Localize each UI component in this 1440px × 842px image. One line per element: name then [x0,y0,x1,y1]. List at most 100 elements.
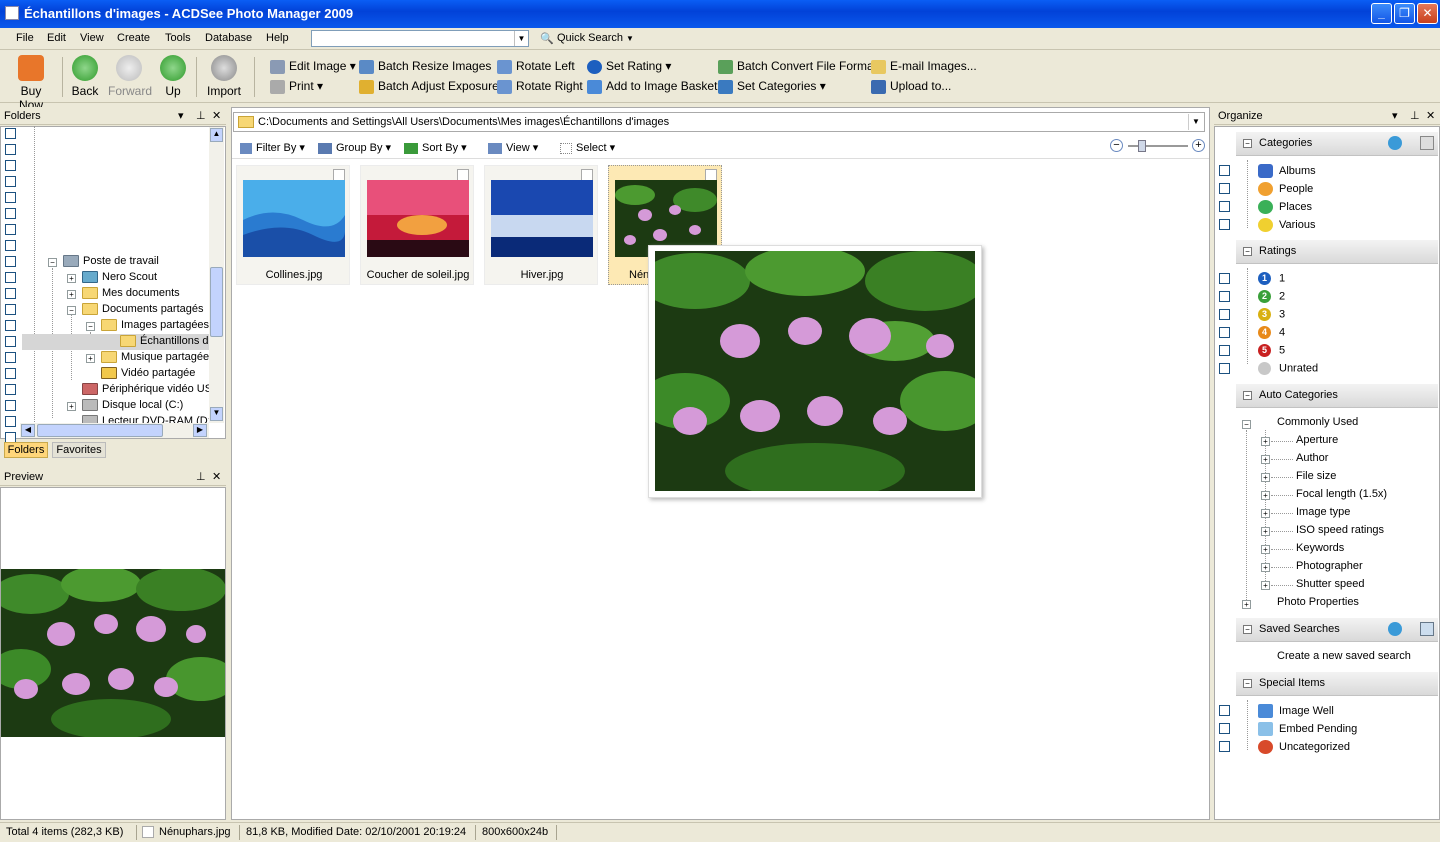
panel-menu-icon[interactable]: ▾ [178,109,184,122]
collapse-icon[interactable]: − [48,258,57,267]
menu-edit[interactable]: Edit [47,32,66,44]
scroll-down-icon[interactable]: ▼ [210,407,223,421]
auto-category-item[interactable]: Shutter speed [1296,578,1365,590]
batch-adjust-button[interactable]: Batch Adjust Exposure [359,79,499,94]
expand-icon[interactable]: + [1261,473,1270,482]
auto-category-commonly-used[interactable]: Commonly Used [1277,416,1358,428]
special-items-section-header[interactable]: − Special Items [1236,672,1438,696]
folder-checkbox[interactable] [5,160,16,171]
zoom-slider-thumb[interactable] [1138,140,1146,152]
restore-button[interactable]: ❐ [1394,3,1415,24]
pin-icon[interactable]: ⊥ [196,109,206,122]
folder-checkbox[interactable] [5,288,16,299]
folder-checkbox[interactable] [5,176,16,187]
expand-icon[interactable]: + [1261,437,1270,446]
batch-convert-button[interactable]: Batch Convert File Format [718,59,877,74]
folder-checkbox[interactable] [5,208,16,219]
close-icon[interactable]: ✕ [212,109,221,122]
expand-icon[interactable]: + [1242,600,1251,609]
category-places[interactable]: Places [1258,200,1312,214]
special-embed-pending[interactable]: Embed Pending [1258,722,1357,736]
rating-1-checkbox[interactable] [1219,273,1230,284]
tree-item-mes-documents[interactable]: Mes documents [82,287,180,300]
collapse-icon[interactable]: − [1243,625,1252,634]
search-icon[interactable] [1420,622,1434,636]
collapse-icon[interactable]: − [1243,139,1252,148]
close-icon[interactable]: ✕ [1426,109,1435,122]
folder-checkbox[interactable] [5,304,16,315]
special-image-well[interactable]: Image Well [1258,704,1334,718]
scroll-left-icon[interactable]: ◀ [21,424,35,437]
folder-checkbox[interactable] [5,368,16,379]
rating-2[interactable]: 22 [1258,290,1285,303]
folder-checkbox[interactable] [5,256,16,267]
folder-checkbox[interactable] [5,352,16,363]
saved-searches-section-header[interactable]: − Saved Searches [1236,618,1438,642]
rating-4-checkbox[interactable] [1219,327,1230,338]
menu-tools[interactable]: Tools [165,32,191,44]
category-albums[interactable]: Albums [1258,164,1316,178]
folder-checkbox[interactable] [5,320,16,331]
collapse-icon[interactable]: − [86,322,95,331]
tree-item-documents-partages[interactable]: Documents partagés [82,303,204,316]
thumbnail-collines[interactable]: Collines.jpg [236,165,350,285]
expand-icon[interactable]: + [86,354,95,363]
tree-item-video[interactable]: Vidéo partagée [101,367,195,380]
folder-checkbox[interactable] [5,192,16,203]
upload-button[interactable]: Upload to... [871,79,951,94]
view-button[interactable]: View ▾ [488,141,538,154]
chevron-down-icon[interactable]: ▼ [1188,114,1203,130]
panel-menu-icon[interactable]: ▾ [1392,109,1398,122]
expand-icon[interactable]: + [1261,455,1270,464]
auto-category-item[interactable]: Image type [1296,506,1350,518]
folder-checkbox[interactable] [5,400,16,411]
collapse-icon[interactable]: − [1242,420,1251,429]
auto-category-item[interactable]: Focal length (1.5x) [1296,488,1387,500]
expand-icon[interactable]: + [1261,491,1270,500]
image-well-checkbox[interactable] [1219,705,1230,716]
group-by-button[interactable]: Group By ▾ [318,141,391,154]
rating-5-checkbox[interactable] [1219,345,1230,356]
print-button[interactable]: Print ▾ [270,79,323,94]
auto-category-item[interactable]: Author [1296,452,1328,464]
chevron-down-icon[interactable]: ▼ [514,31,528,46]
rating-4[interactable]: 44 [1258,326,1285,339]
category-people[interactable]: People [1258,182,1313,196]
auto-category-item[interactable]: Keywords [1296,542,1344,554]
rating-3-checkbox[interactable] [1219,309,1230,320]
tree-item-dvd[interactable]: Lecteur DVD-RAM (D:) [82,415,214,423]
folder-checkbox[interactable] [5,272,16,283]
expand-icon[interactable]: + [67,274,76,283]
tree-item-peripherique[interactable]: Périphérique vidéo USI [82,383,215,396]
chevron-down-icon[interactable]: ▼ [626,34,634,43]
categories-section-header[interactable]: − Categories [1236,132,1438,156]
rotate-right-button[interactable]: Rotate Right [497,79,583,94]
ratings-section-header[interactable]: − Ratings [1236,240,1438,264]
auto-category-photo-properties[interactable]: Photo Properties [1277,596,1359,608]
auto-category-item[interactable]: ISO speed ratings [1296,524,1384,536]
scroll-right-icon[interactable]: ▶ [193,424,207,437]
sort-by-button[interactable]: Sort By ▾ [404,141,467,154]
expand-icon[interactable]: + [67,290,76,299]
category-options-icon[interactable] [1420,136,1434,150]
buy-now-button[interactable]: Buy Now [8,55,54,112]
scroll-up-icon[interactable]: ▲ [210,128,223,142]
minimize-button[interactable]: _ [1371,3,1392,24]
auto-category-item[interactable]: File size [1296,470,1336,482]
auto-categories-section-header[interactable]: − Auto Categories [1236,384,1438,408]
auto-category-item[interactable]: Aperture [1296,434,1338,446]
add-search-icon[interactable] [1388,622,1402,636]
special-uncategorized[interactable]: Uncategorized [1258,740,1350,754]
rating-unrated[interactable]: Unrated [1258,362,1318,375]
tree-item-musique[interactable]: Musique partagée [101,351,209,364]
zoom-in-icon[interactable]: + [1192,139,1205,152]
quick-search-input[interactable]: ▼ [311,30,529,47]
zoom-out-icon[interactable]: − [1110,139,1123,152]
uncategorized-checkbox[interactable] [1219,741,1230,752]
category-albums-checkbox[interactable] [1219,165,1230,176]
rating-1[interactable]: 11 [1258,272,1285,285]
create-saved-search-link[interactable]: Create a new saved search [1277,650,1411,662]
tree-item-images-partagees[interactable]: Images partagées [101,319,209,332]
tab-folders[interactable]: Folders [4,442,48,458]
auto-category-item[interactable]: Photographer [1296,560,1363,572]
